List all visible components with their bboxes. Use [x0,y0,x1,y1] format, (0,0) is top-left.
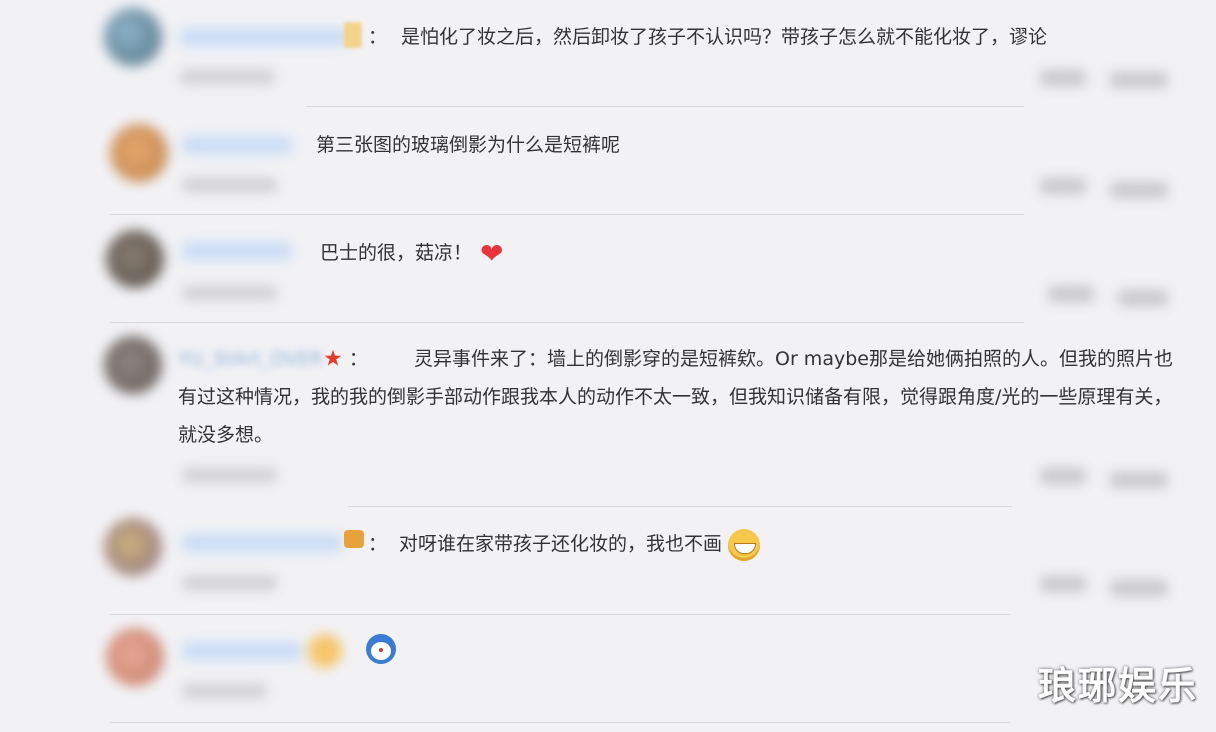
avatar[interactable] [104,336,162,394]
comment-body: 巴士的很，菇凉！ [320,242,473,264]
comment-body: 是怕化了妆之后，然后卸妆了孩子不认识吗？带孩子怎么就不能化妆了，谬论 [401,26,1048,48]
comment-body: 第三张图的玻璃倒影为什么是短裤呢 [316,134,621,156]
divider [348,506,1012,507]
comment-text: 灵异事件来了：墙上的倒影穿的是短裤欸。Or maybe那是给她俩拍照的人。但我的… [178,340,1188,454]
share-action[interactable] [1040,70,1086,86]
username[interactable] [182,136,292,154]
crown-badge-icon [344,530,364,548]
avatar[interactable] [106,628,164,686]
badge-icon [308,634,342,668]
comment-body: 灵异事件来了：墙上的倒影穿的是短裤欸。Or maybe那是给她俩拍照的人。但我的… [178,348,1173,446]
comment-text: 巴士的很，菇凉！ ❤ [320,234,503,273]
timestamp [182,178,277,192]
doraemon-icon [366,634,396,664]
share-action[interactable] [1048,286,1094,302]
avatar[interactable] [106,230,164,288]
share-action[interactable] [1040,576,1086,592]
share-action[interactable] [1040,468,1086,484]
like-action[interactable] [1110,580,1168,596]
timestamp [180,70,275,84]
divider [306,106,1024,107]
username[interactable] [182,642,302,660]
timestamp [182,576,277,590]
divider [110,322,1024,323]
avatar[interactable] [110,124,168,182]
comment-prefix: ： [368,26,388,48]
comment-body: 对呀谁在家带孩子还化妆的，我也不画 [399,533,723,555]
divider [110,722,1010,723]
timestamp [182,286,277,300]
timestamp [182,468,277,482]
avatar[interactable] [104,8,162,66]
like-action[interactable] [1110,472,1168,488]
heart-icon: ❤ [480,236,504,270]
comment-text: ： 是怕化了妆之后，然后卸妆了孩子不认识吗？带孩子怎么就不能化妆了，谬论 [368,18,1047,56]
username[interactable] [182,242,292,260]
comment-prefix: ： [368,533,388,555]
avatar[interactable] [104,518,162,576]
like-action[interactable] [1110,182,1168,198]
grin-emoji-icon [728,528,761,561]
badge-icon [344,22,362,48]
divider [110,614,1010,615]
like-action[interactable] [1110,72,1168,88]
timestamp [182,684,267,698]
username[interactable] [180,28,350,46]
like-action[interactable] [1118,290,1168,306]
watermark: 琅琊娱乐 [1037,664,1198,708]
comment-list: ： 是怕化了妆之后，然后卸妆了孩子不认识吗？带孩子怎么就不能化妆了，谬论 第三张图… [0,0,1216,732]
comment-text: ： 对呀谁在家带孩子还化妆的，我也不画 [368,525,761,563]
comment-text: 第三张图的玻璃倒影为什么是短裤呢 [316,126,620,164]
share-action[interactable] [1040,178,1086,194]
username[interactable] [182,534,342,552]
divider [110,214,1024,215]
